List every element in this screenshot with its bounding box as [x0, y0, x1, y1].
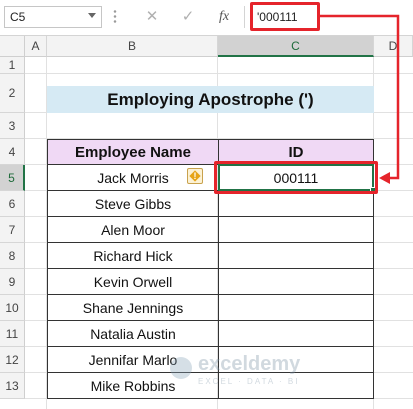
watermark-tagline: EXCEL · DATA · BI	[198, 377, 300, 386]
exceldemy-logo	[170, 357, 192, 379]
connector-arrow	[320, 14, 400, 184]
arrow-line	[320, 14, 400, 180]
watermark: exceldemy EXCEL · DATA · BI	[170, 353, 390, 389]
watermark-name: exceldemy	[198, 353, 301, 375]
arrow-head	[379, 172, 390, 184]
